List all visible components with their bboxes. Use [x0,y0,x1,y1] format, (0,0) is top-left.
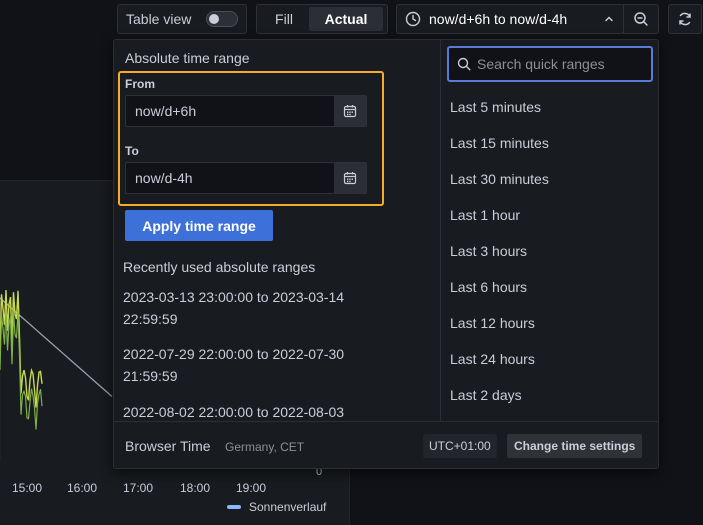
recent-ranges-title: Recently used absolute ranges [123,259,316,275]
time-range-picker-button[interactable]: now/d+6h to now/d-4h [396,4,624,34]
x-tick: 17:00 [123,481,154,495]
fill-actual-toggle: Fill Actual [256,4,388,34]
from-label: From [125,77,155,91]
time-range-label: now/d+6h to now/d-4h [429,11,568,27]
absolute-range-title: Absolute time range [125,50,250,66]
x-tick: 18:00 [180,481,211,495]
quick-range-item[interactable]: Last 12 hours [450,315,535,331]
absolute-range-pane: Absolute time range From now/d+6h To now… [114,40,441,422]
fill-button[interactable]: Fill [259,7,309,31]
actual-button[interactable]: Actual [309,7,383,31]
legend-label: Sonnenverlauf [249,500,327,514]
chevron-up-icon [605,16,613,22]
quick-range-item[interactable]: Last 15 minutes [450,135,549,151]
x-tick: 16:00 [67,481,98,495]
time-range-popover: Absolute time range From now/d+6h To now… [113,39,659,469]
quick-range-item[interactable]: Last 6 hours [450,279,527,295]
change-time-settings-button[interactable]: Change time settings [507,434,643,458]
clock-icon [405,11,421,27]
quick-range-item[interactable]: Last 3 hours [450,243,527,259]
picker-footer: Browser Time Germany, CET UTC+01:00 Chan… [114,421,658,468]
legend-swatch [227,505,241,509]
zoom-out-icon [634,12,648,26]
refresh-icon [679,12,691,26]
table-view-label: Table view [126,11,192,27]
search-input[interactable] [477,56,647,72]
calendar-icon[interactable] [334,163,366,193]
utc-offset-badge: UTC+01:00 [423,434,497,458]
recent-range-item[interactable]: 2023-03-13 23:00:00 to 2023-03-14 22:59:… [123,286,393,330]
zoom-out-button[interactable] [623,4,659,34]
quick-range-item[interactable]: Last 24 hours [450,351,535,367]
browser-time-label: Browser Time [125,438,211,454]
legend-item[interactable]: Sonnenverlauf [227,500,326,514]
quick-range-item[interactable]: Last 1 hour [450,207,520,223]
to-input[interactable]: now/d-4h [126,163,334,193]
x-tick: 19:00 [236,481,267,495]
recent-range-item[interactable]: 2022-08-02 22:00:00 to 2022-08-03 [123,401,393,422]
x-tick: 15:00 [12,481,43,495]
search-icon [457,57,471,71]
apply-time-range-button[interactable]: Apply time range [125,210,273,241]
from-input[interactable]: now/d+6h [126,96,334,126]
pane-divider [440,40,441,422]
from-field[interactable]: now/d+6h [125,95,367,127]
to-field[interactable]: now/d-4h [125,162,367,194]
table-view-switch[interactable] [206,11,238,27]
timezone-label: Germany, CET [225,440,305,454]
to-label: To [125,144,139,158]
recent-range-item[interactable]: 2022-07-29 22:00:00 to 2022-07-30 21:59:… [123,343,393,387]
refresh-button[interactable] [668,4,702,34]
series-line [0,290,43,408]
quick-range-search[interactable] [447,46,653,82]
quick-range-item[interactable]: Last 5 minutes [450,99,541,115]
table-view-toggle[interactable]: Table view [117,4,247,34]
calendar-icon[interactable] [334,96,366,126]
quick-range-item[interactable]: Last 30 minutes [450,171,549,187]
quick-range-item[interactable]: Last 2 days [450,387,522,403]
